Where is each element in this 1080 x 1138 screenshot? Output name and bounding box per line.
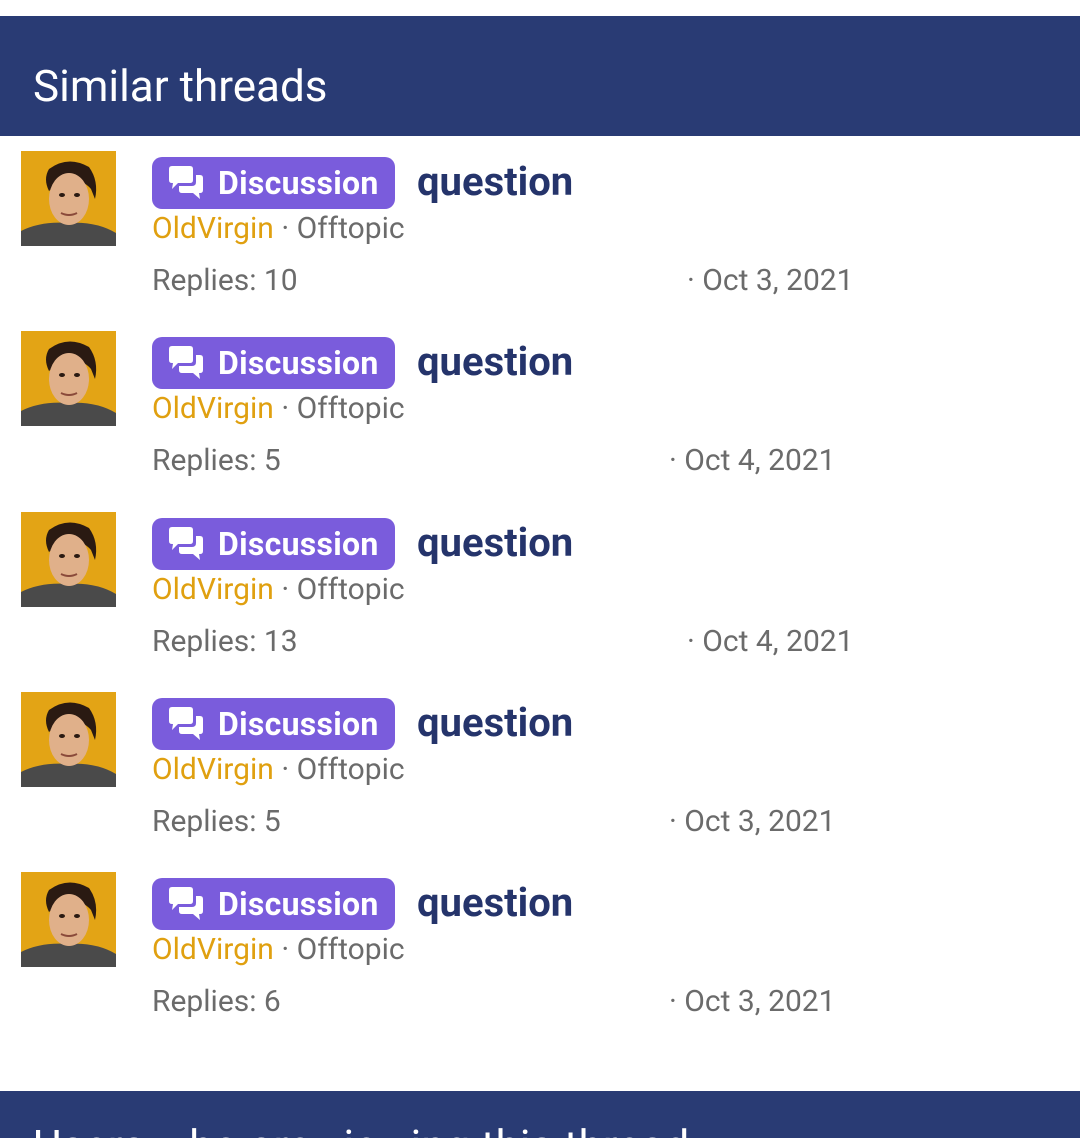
reply-count: Replies: 10 bbox=[152, 263, 298, 298]
discussion-prefix-badge[interactable]: Discussion bbox=[152, 518, 395, 570]
thread-title-link[interactable]: question bbox=[417, 697, 573, 749]
prefix-label: Discussion bbox=[218, 885, 379, 923]
comments-icon bbox=[166, 524, 206, 564]
thread-date[interactable]: · Oct 3, 2021 bbox=[669, 984, 836, 1020]
section-title: Similar threads bbox=[33, 60, 328, 112]
thread-meta: OldVirgin · Offtopic bbox=[152, 211, 405, 247]
meta-separator: · bbox=[281, 572, 290, 607]
thread-title-link[interactable]: question bbox=[417, 517, 573, 569]
forum-link[interactable]: Offtopic bbox=[297, 572, 405, 607]
thread-meta: OldVirgin · Offtopic bbox=[152, 572, 405, 608]
prefix-label: Discussion bbox=[218, 525, 379, 563]
discussion-prefix-badge[interactable]: Discussion bbox=[152, 878, 395, 930]
user-avatar[interactable] bbox=[21, 151, 116, 246]
author-link[interactable]: OldVirgin bbox=[152, 752, 274, 787]
user-avatar[interactable] bbox=[21, 872, 116, 967]
thread-title-link[interactable]: question bbox=[417, 336, 573, 388]
discussion-prefix-badge[interactable]: Discussion bbox=[152, 337, 395, 389]
reply-count: Replies: 6 bbox=[152, 984, 281, 1019]
comments-icon bbox=[166, 884, 206, 924]
section-header: Similar threads bbox=[0, 16, 1080, 136]
user-avatar[interactable] bbox=[21, 512, 116, 607]
prefix-label: Discussion bbox=[218, 344, 379, 382]
user-avatar[interactable] bbox=[21, 331, 116, 426]
similar-threads-page: Similar threads Discussion question OldV… bbox=[0, 0, 1080, 1138]
prefix-label: Discussion bbox=[218, 705, 379, 743]
meta-separator: · bbox=[281, 752, 290, 787]
discussion-prefix-badge[interactable]: Discussion bbox=[152, 698, 395, 750]
comments-icon bbox=[166, 343, 206, 383]
author-link[interactable]: OldVirgin bbox=[152, 211, 274, 246]
forum-link[interactable]: Offtopic bbox=[297, 211, 405, 246]
thread-item[interactable]: Discussion question OldVirgin · Offtopic… bbox=[0, 872, 1080, 1052]
author-link[interactable]: OldVirgin bbox=[152, 391, 274, 426]
thread-item[interactable]: Discussion question OldVirgin · Offtopic… bbox=[0, 151, 1080, 331]
viewers-section-title: Users who are viewing this thread bbox=[33, 1124, 689, 1138]
thread-title-link[interactable]: question bbox=[417, 877, 573, 929]
thread-date[interactable]: · Oct 4, 2021 bbox=[669, 443, 836, 479]
author-link[interactable]: OldVirgin bbox=[152, 932, 274, 967]
forum-link[interactable]: Offtopic bbox=[297, 932, 405, 967]
prefix-label: Discussion bbox=[218, 164, 379, 202]
discussion-prefix-badge[interactable]: Discussion bbox=[152, 157, 395, 209]
forum-link[interactable]: Offtopic bbox=[297, 752, 405, 787]
meta-separator: · bbox=[281, 932, 290, 967]
thread-date[interactable]: · Oct 4, 2021 bbox=[687, 624, 854, 660]
reply-count: Replies: 5 bbox=[152, 443, 281, 478]
thread-title-link[interactable]: question bbox=[417, 156, 573, 208]
reply-count: Replies: 5 bbox=[152, 804, 281, 839]
comments-icon bbox=[166, 704, 206, 744]
thread-date[interactable]: · Oct 3, 2021 bbox=[687, 263, 854, 299]
meta-separator: · bbox=[281, 391, 290, 426]
meta-separator: · bbox=[281, 211, 290, 246]
thread-meta: OldVirgin · Offtopic bbox=[152, 932, 405, 968]
thread-meta: OldVirgin · Offtopic bbox=[152, 391, 405, 427]
author-link[interactable]: OldVirgin bbox=[152, 572, 274, 607]
comments-icon bbox=[166, 163, 206, 203]
user-avatar[interactable] bbox=[21, 692, 116, 787]
reply-count: Replies: 13 bbox=[152, 624, 298, 659]
thread-item[interactable]: Discussion question OldVirgin · Offtopic… bbox=[0, 692, 1080, 872]
thread-date[interactable]: · Oct 3, 2021 bbox=[669, 804, 836, 840]
thread-item[interactable]: Discussion question OldVirgin · Offtopic… bbox=[0, 512, 1080, 692]
viewers-section-header: Users who are viewing this thread bbox=[0, 1091, 1080, 1138]
thread-meta: OldVirgin · Offtopic bbox=[152, 752, 405, 788]
forum-link[interactable]: Offtopic bbox=[297, 391, 405, 426]
thread-item[interactable]: Discussion question OldVirgin · Offtopic… bbox=[0, 331, 1080, 511]
